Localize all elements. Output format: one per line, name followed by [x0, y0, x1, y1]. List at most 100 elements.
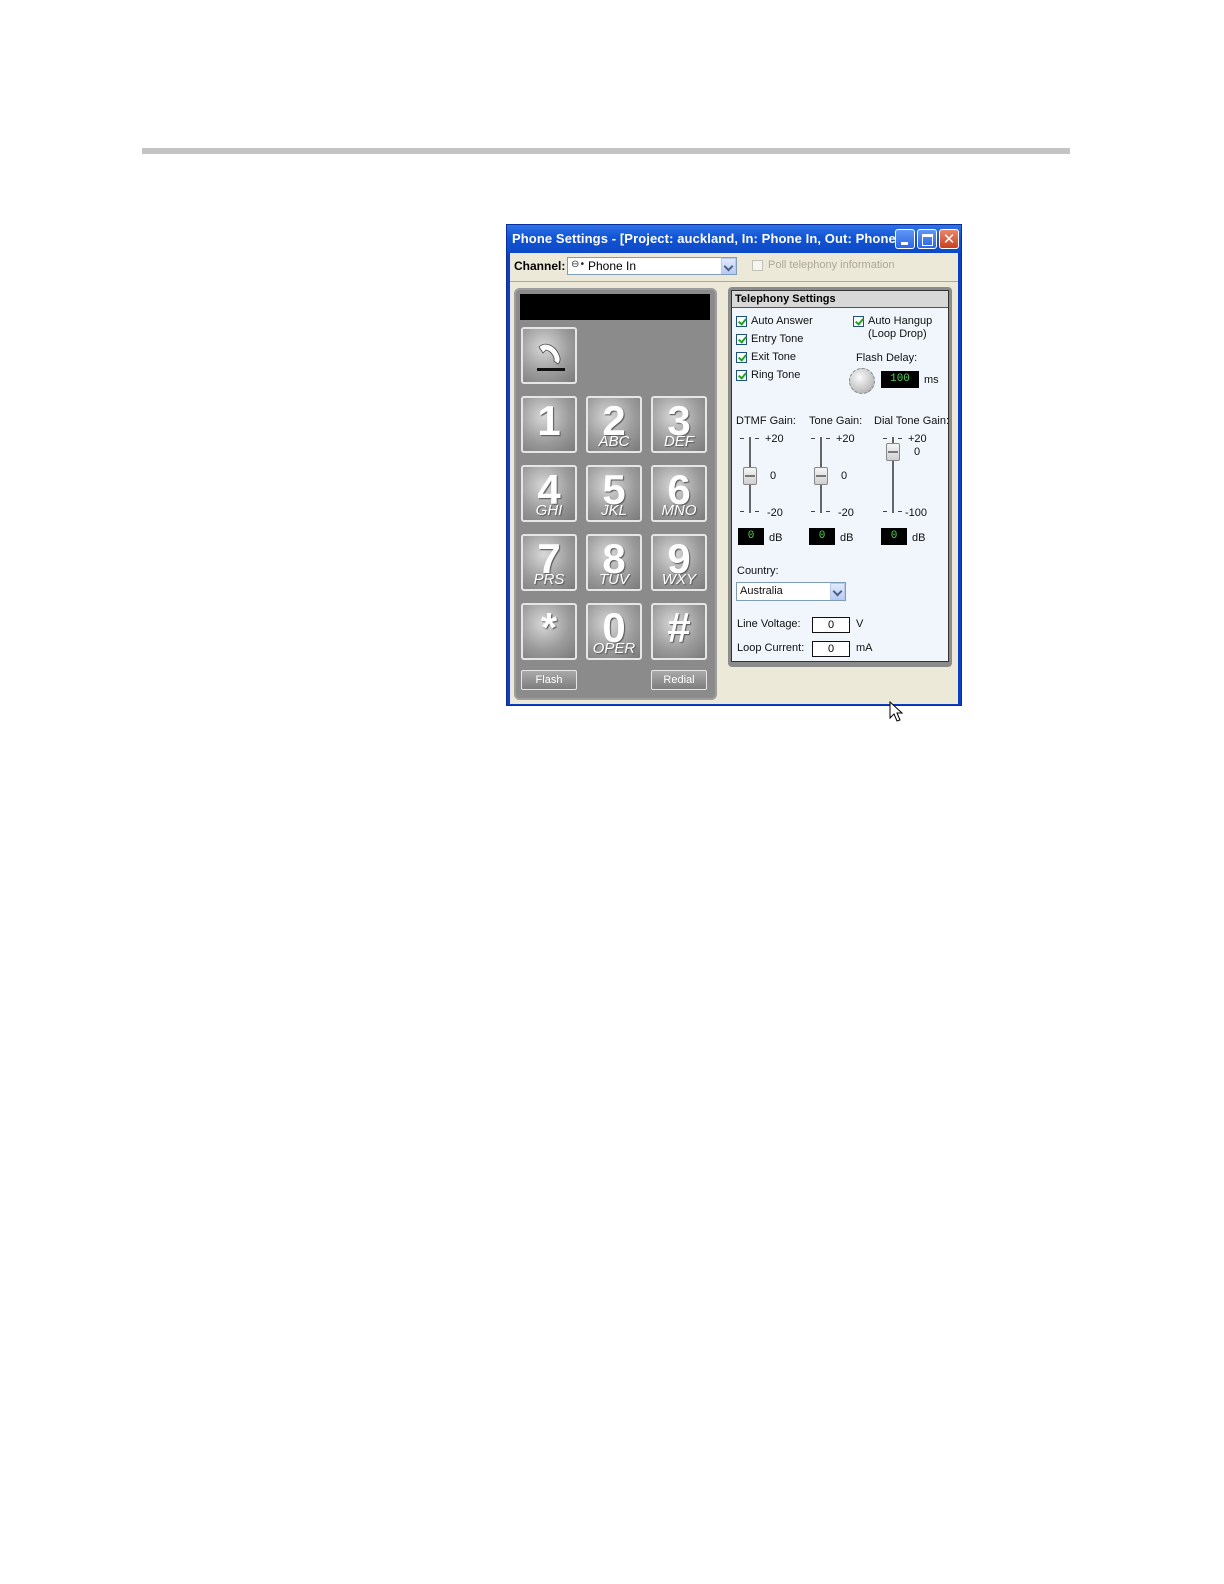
dial-tone-gain-value[interactable]: 0: [881, 528, 907, 545]
entry-tone-checkbox[interactable]: [736, 334, 747, 345]
flash-button[interactable]: Flash: [521, 670, 577, 690]
entry-tone-label: Entry Tone: [751, 333, 804, 345]
ring-tone-checkbox[interactable]: [736, 370, 747, 381]
slider-tick: [883, 438, 887, 439]
dtmf-gain-mid: 0: [770, 470, 777, 482]
line-voltage-value: 0: [812, 617, 850, 633]
slider-tick: [811, 511, 815, 512]
dtmf-gain-label: DTMF Gain:: [736, 415, 796, 427]
slider-tick: [740, 511, 744, 512]
channel-select[interactable]: ⊖• Phone In: [567, 257, 737, 275]
tone-gain-min: -20: [838, 507, 854, 519]
key-letters: MNO: [661, 502, 697, 519]
window-title: Phone Settings - [Project: auckland, In:…: [512, 231, 909, 246]
slider-tick: [898, 511, 902, 512]
dtmf-gain-max: +20: [765, 433, 784, 445]
key-6[interactable]: 6 MNO: [651, 465, 707, 522]
dial-tone-gain-min: -100: [905, 507, 928, 519]
chevron-down-icon[interactable]: [830, 583, 845, 600]
ring-tone-label: Ring Tone: [751, 369, 801, 381]
tone-gain-unit: dB: [840, 532, 854, 544]
key-0[interactable]: 0 OPER: [586, 603, 642, 660]
key-letters: TUV: [599, 571, 629, 588]
auto-answer-checkbox[interactable]: [736, 316, 747, 327]
phone-handset-icon: [537, 343, 565, 371]
auto-hangup-checkbox[interactable]: [853, 316, 864, 327]
channel-value: Phone In: [588, 259, 637, 273]
key-1[interactable]: 1: [521, 396, 577, 453]
minimize-button[interactable]: [895, 229, 915, 249]
key-digit: 1: [537, 397, 561, 444]
dtmf-gain-value[interactable]: 0: [738, 528, 764, 545]
dial-tone-gain-label: Dial Tone Gain:: [874, 415, 950, 427]
country-value: Australia: [740, 585, 783, 597]
slider-tick: [883, 511, 887, 512]
key-digit: #: [667, 604, 691, 651]
key-hash[interactable]: #: [651, 603, 707, 660]
tone-gain-mid: 0: [841, 470, 848, 482]
slider-tick: [826, 438, 830, 439]
poll-telephony-checkbox[interactable]: [752, 260, 763, 271]
phone-settings-window: Phone Settings - [Project: auckland, In:…: [506, 224, 962, 722]
channel-bar: Channel: ⊖• Phone In Poll telephony info…: [510, 253, 958, 282]
dial-tone-gain-mid: 0: [914, 446, 921, 458]
key-9[interactable]: 9 WXY: [651, 534, 707, 591]
telephony-settings-panel: Telephony Settings Auto Answer Entry Ton…: [728, 287, 952, 667]
chevron-down-icon[interactable]: [721, 258, 736, 274]
key-letters: OPER: [592, 640, 636, 657]
slider-tick: [755, 438, 759, 439]
key-2[interactable]: 2 ABC: [586, 396, 642, 453]
auto-answer-label: Auto Answer: [751, 315, 813, 327]
key-letters: WXY: [661, 571, 697, 588]
tone-gain-value[interactable]: 0: [809, 528, 835, 545]
telephony-settings-heading: Telephony Settings: [732, 291, 948, 308]
flash-delay-unit: ms: [924, 374, 939, 386]
tone-gain-slider-thumb[interactable]: [814, 467, 828, 485]
flash-delay-value[interactable]: 100: [881, 371, 919, 388]
key-letters: JKL: [601, 502, 627, 519]
dtmf-gain-unit: dB: [769, 532, 783, 544]
key-letters: PRS: [533, 571, 565, 588]
redial-button[interactable]: Redial: [651, 670, 707, 690]
key-letters: DEF: [664, 433, 694, 450]
slider-tick: [755, 511, 759, 512]
key-4[interactable]: 4 GHI: [521, 465, 577, 522]
key-8[interactable]: 8 TUV: [586, 534, 642, 591]
exit-tone-checkbox[interactable]: [736, 352, 747, 363]
dial-tone-gain-max: +20: [908, 433, 927, 445]
country-label: Country:: [737, 565, 779, 577]
telephony-settings-body: Telephony Settings Auto Answer Entry Ton…: [731, 290, 949, 662]
key-3[interactable]: 3 DEF: [651, 396, 707, 453]
tone-gain-max: +20: [836, 433, 855, 445]
dial-keypad: 1 2 ABC 3 DEF 4 GHI 5 JKL 6 MNO 7 PRS 8 TUV 9 WXY * 0 OPER #…: [514, 288, 717, 700]
close-icon: ✕: [942, 230, 956, 248]
flash-delay-knob[interactable]: [849, 368, 875, 394]
page-header-rule: [142, 148, 1070, 154]
dtmf-gain-slider-thumb[interactable]: [743, 467, 757, 485]
slider-tick: [826, 511, 830, 512]
maximize-button[interactable]: [917, 229, 937, 249]
key-letters: ABC: [598, 433, 630, 450]
dtmf-gain-min: -20: [767, 507, 783, 519]
key-star[interactable]: *: [521, 603, 577, 660]
dial-display: [520, 294, 710, 320]
key-digit: *: [540, 604, 558, 651]
key-7[interactable]: 7 PRS: [521, 534, 577, 591]
mouse-pointer-icon: [889, 701, 904, 722]
dial-tone-gain-slider-thumb[interactable]: [886, 443, 900, 461]
country-select[interactable]: Australia: [736, 582, 846, 601]
close-button[interactable]: ✕: [939, 229, 959, 249]
loop-current-value: 0: [812, 641, 850, 657]
poll-telephony-label: Poll telephony information: [768, 259, 895, 271]
tone-gain-label: Tone Gain:: [809, 415, 863, 427]
title-bar[interactable]: Phone Settings - [Project: auckland, In:…: [507, 225, 961, 253]
loop-current-label: Loop Current:: [737, 642, 805, 654]
channel-link-icon: ⊖•: [571, 259, 586, 270]
flash-delay-label: Flash Delay:: [856, 352, 918, 364]
slider-tick: [811, 438, 815, 439]
key-letters: GHI: [535, 502, 563, 519]
key-5[interactable]: 5 JKL: [586, 465, 642, 522]
auto-hangup-sublabel: (Loop Drop): [868, 328, 927, 340]
exit-tone-label: Exit Tone: [751, 351, 797, 363]
hook-button[interactable]: [521, 327, 577, 384]
